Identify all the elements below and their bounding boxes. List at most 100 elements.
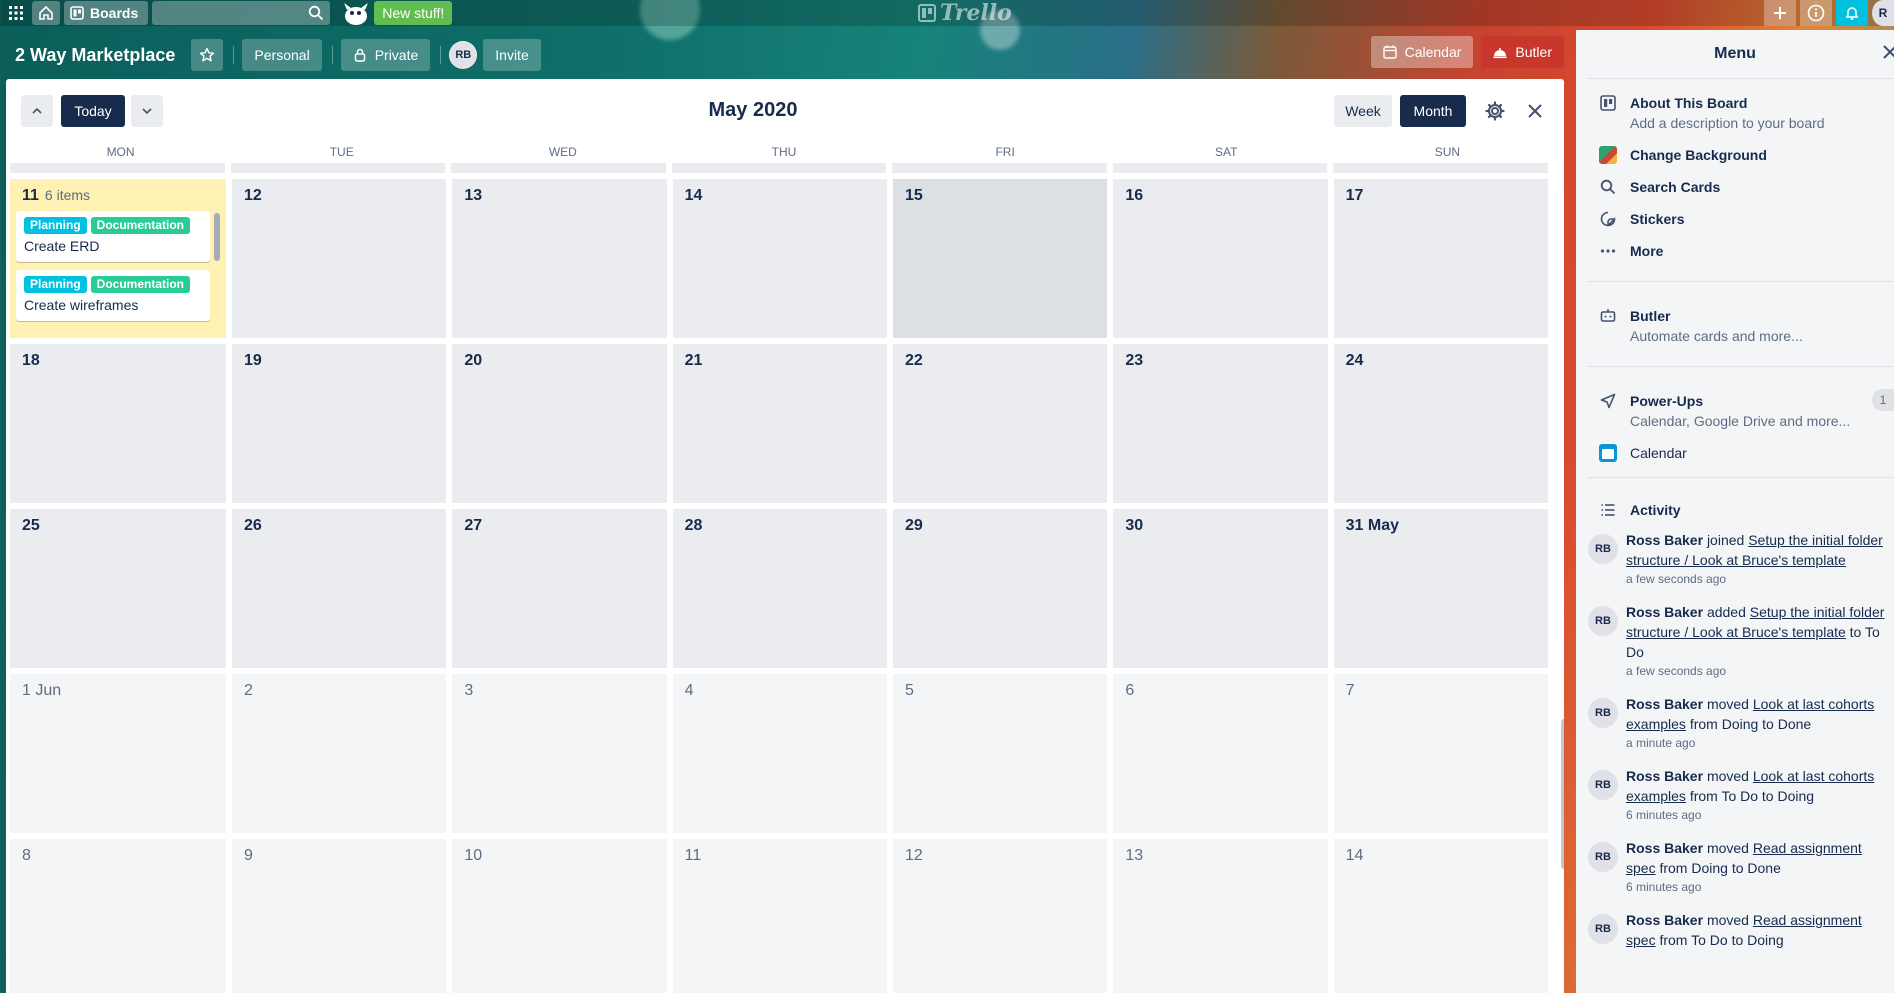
day-cell[interactable]: 29 <box>892 509 1108 668</box>
calendar-scrollbar[interactable] <box>1561 719 1564 869</box>
day-cell-selected[interactable]: 15 <box>892 179 1108 338</box>
activity-action: moved <box>1706 840 1749 856</box>
weekday-label: SAT <box>1215 145 1238 159</box>
calendar-powerup-button[interactable]: Calendar <box>1370 36 1474 68</box>
day-cell-next-month[interactable]: 11 <box>672 839 887 993</box>
day-cell[interactable]: 17 <box>1333 179 1548 338</box>
day-card-list[interactable]: Planning Documentation Create ERD Planni… <box>16 211 220 331</box>
day-cell-next-month[interactable]: 3 <box>452 674 667 833</box>
activity-timestamp[interactable]: a few seconds ago <box>1626 570 1886 588</box>
information-button[interactable] <box>1800 0 1832 26</box>
avatar[interactable]: RB <box>1588 534 1618 564</box>
home-button[interactable] <box>32 1 60 25</box>
day-cell[interactable]: 31 May <box>1333 509 1548 668</box>
star-board-button[interactable] <box>191 39 224 71</box>
header-divider <box>331 46 333 64</box>
avatar[interactable]: RB <box>1588 914 1618 944</box>
activity-user[interactable]: Ross Baker <box>1626 604 1703 620</box>
day-cell[interactable]: 23 <box>1113 344 1328 503</box>
activity-user[interactable]: Ross Baker <box>1626 532 1703 548</box>
day-cell-next-month[interactable]: 1 Jun <box>10 674 226 833</box>
day-cell-next-month[interactable]: 4 <box>672 674 887 833</box>
day-cell[interactable]: 21 <box>672 344 887 503</box>
calendar-card[interactable]: Planning Documentation Create ERD <box>16 211 210 262</box>
power-ups-item[interactable]: Power-Ups Calendar, Google Drive and mor… <box>1576 389 1894 431</box>
activity-timestamp[interactable]: 6 minutes ago <box>1626 806 1886 824</box>
card-label-planning: Planning <box>24 276 87 293</box>
day-cell-next-month[interactable]: 10 <box>452 839 667 993</box>
day-cell-next-month[interactable]: 7 <box>1333 674 1548 833</box>
day-cell-today[interactable]: 11 6 items Planning Documentation Create … <box>10 179 226 338</box>
member-avatar[interactable]: RB <box>449 41 478 69</box>
activity-user[interactable]: Ross Baker <box>1626 768 1703 784</box>
close-menu-button[interactable] <box>1882 44 1894 65</box>
day-cell[interactable]: 19 <box>232 344 447 503</box>
taco-mascot-icon[interactable] <box>338 0 374 26</box>
invite-button[interactable]: Invite <box>483 39 541 71</box>
activity-user[interactable]: Ross Baker <box>1626 840 1703 856</box>
butler-button[interactable]: Butler <box>1481 36 1564 68</box>
avatar[interactable]: RB <box>1588 842 1618 872</box>
search-input[interactable] <box>152 1 331 25</box>
day-cell-next-month[interactable]: 12 <box>892 839 1108 993</box>
new-stuff-button[interactable]: New stuff! <box>374 1 453 25</box>
day-cell-next-month[interactable]: 2 <box>232 674 447 833</box>
board-title[interactable]: 2 Way Marketplace <box>15 45 175 66</box>
apps-grid-button[interactable] <box>4 1 28 25</box>
about-board-item[interactable]: About This Board Add a description to yo… <box>1576 93 1894 133</box>
day-cell-next-month[interactable]: 9 <box>232 839 447 993</box>
search-cards-item[interactable]: Search Cards <box>1576 177 1894 197</box>
calendar-settings-button[interactable] <box>1479 95 1511 127</box>
day-cell[interactable]: 25 <box>10 509 226 668</box>
day-cell[interactable]: 26 <box>232 509 447 668</box>
day-cell-next-month[interactable]: 14 <box>1333 839 1548 993</box>
boards-button[interactable]: Boards <box>64 1 149 25</box>
day-cell-next-month[interactable]: 8 <box>10 839 226 993</box>
privacy-button[interactable]: Private <box>340 39 431 71</box>
avatar[interactable]: RB <box>1588 770 1618 800</box>
day-cell[interactable]: 27 <box>452 509 667 668</box>
team-visibility-button[interactable]: Personal <box>242 39 322 71</box>
card-list-scrollbar[interactable] <box>214 213 220 261</box>
day-cell[interactable]: 18 <box>10 344 226 503</box>
day-cell-next-month[interactable]: 5 <box>892 674 1108 833</box>
day-cell[interactable]: 28 <box>672 509 887 668</box>
create-button[interactable] <box>1764 0 1796 26</box>
change-background-item[interactable]: Change Background <box>1576 145 1894 165</box>
calendar-grid: 11 6 items Planning Documentation Create … <box>10 163 1558 993</box>
member-avatar-button[interactable]: R <box>1872 0 1894 26</box>
activity-timestamp[interactable]: a few seconds ago <box>1626 662 1886 680</box>
more-item[interactable]: More <box>1576 241 1894 261</box>
day-cell[interactable]: 30 <box>1113 509 1328 668</box>
activity-user[interactable]: Ross Baker <box>1626 696 1703 712</box>
close-calendar-button[interactable] <box>1519 95 1551 127</box>
day-number: 15 <box>904 187 923 204</box>
day-cell[interactable]: 24 <box>1333 344 1548 503</box>
day-cell[interactable]: 22 <box>892 344 1108 503</box>
avatar[interactable]: RB <box>1588 606 1618 636</box>
avatar[interactable]: RB <box>1588 698 1618 728</box>
trello-logo[interactable]: Trello <box>918 0 1012 26</box>
day-cell[interactable]: 12 <box>232 179 447 338</box>
calendar-card[interactable]: Planning Documentation Create wireframes <box>16 270 210 321</box>
activity-user[interactable]: Ross Baker <box>1626 912 1703 928</box>
day-cell[interactable]: 16 <box>1113 179 1328 338</box>
stickers-item[interactable]: Stickers <box>1576 209 1894 229</box>
activity-timestamp[interactable]: a minute ago <box>1626 734 1886 752</box>
activity-timestamp[interactable]: 6 minutes ago <box>1626 878 1886 896</box>
day-number: 9 <box>244 847 253 864</box>
butler-item[interactable]: Butler Automate cards and more... <box>1576 306 1894 346</box>
activity-action: joined <box>1706 532 1745 548</box>
day-cell[interactable]: 14 <box>672 179 887 338</box>
notifications-button[interactable] <box>1836 0 1868 26</box>
butler-robot-icon <box>1598 306 1618 326</box>
calendar-item-label: Calendar <box>1630 445 1687 461</box>
day-cell[interactable]: 13 <box>452 179 667 338</box>
day-cell-next-month[interactable]: 6 <box>1113 674 1328 833</box>
calendar-powerup-item[interactable]: Calendar <box>1576 443 1894 463</box>
week-view-button[interactable]: Week <box>1334 95 1392 127</box>
day-cell[interactable]: 20 <box>452 344 667 503</box>
activity-action: moved <box>1706 696 1749 712</box>
month-view-button[interactable]: Month <box>1400 95 1466 127</box>
day-cell-next-month[interactable]: 13 <box>1113 839 1328 993</box>
